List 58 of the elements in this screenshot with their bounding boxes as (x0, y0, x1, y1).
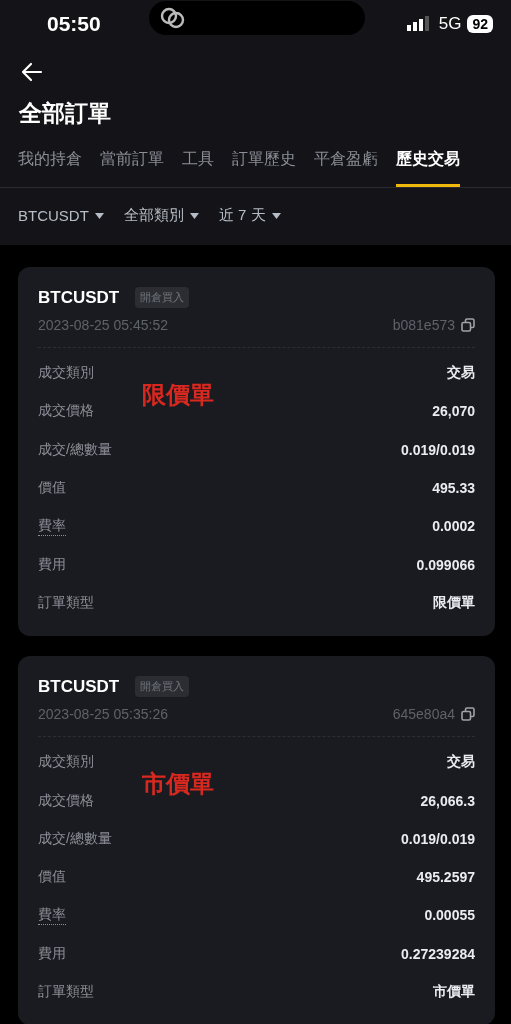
field-label: 訂單類型 (38, 983, 94, 1001)
trade-time: 2023-08-25 05:35:26 (38, 706, 168, 723)
field-label: 成交價格 (38, 791, 94, 810)
tab[interactable]: 平倉盈虧 (314, 149, 378, 187)
field-value: 0.019/0.019 (401, 830, 475, 847)
network-type: 5G (438, 14, 462, 34)
field-label: 成交/總數量 (38, 440, 112, 459)
caret-icon (189, 212, 199, 219)
link-rings-icon (159, 6, 187, 30)
field-value: 0.0002 (432, 518, 475, 535)
field-value: 26,070 (432, 403, 475, 420)
field-value: 26,066.3 (420, 792, 475, 809)
tab[interactable]: 當前訂單 (100, 149, 164, 187)
battery-level: 92 (467, 15, 493, 33)
field-label: 費用 (38, 555, 66, 574)
page-title: 全部訂單 (19, 99, 112, 128)
caret-icon (271, 212, 281, 219)
field-label: 費率 (38, 905, 66, 925)
caret-icon (94, 212, 104, 219)
field-label: 成交/總數量 (38, 829, 112, 848)
copy-icon[interactable] (461, 318, 475, 332)
back-button[interactable] (20, 60, 44, 84)
copy-icon[interactable] (461, 707, 475, 722)
field-label: 價值 (38, 479, 66, 498)
side-tag: 開倉買入 (135, 287, 190, 308)
field-value: 0.099066 (416, 556, 475, 573)
field-value: 495.33 (432, 480, 475, 497)
field-label: 價值 (38, 868, 66, 887)
field-value: 0.27239284 (401, 945, 475, 962)
annotation: 市價單 (142, 769, 214, 800)
tab[interactable]: 工具 (182, 149, 214, 187)
field-value: 限價單 (433, 593, 475, 612)
filter-dropdown[interactable]: BTCUSDT (18, 206, 104, 225)
annotation: 限價單 (142, 380, 214, 410)
field-value: 0.019/0.019 (401, 441, 475, 458)
field-value: 0.00055 (424, 907, 475, 924)
symbol: BTCUSDT (38, 287, 120, 308)
filter-dropdown[interactable]: 全部類別 (123, 206, 199, 225)
field-label: 訂單類型 (38, 593, 94, 612)
field-label: 成交類別 (38, 753, 94, 772)
trade-time: 2023-08-25 05:45:52 (38, 317, 168, 333)
field-value: 交易 (447, 753, 475, 772)
side-tag: 開倉買入 (135, 676, 190, 698)
field-value: 交易 (447, 364, 475, 383)
field-label: 費率 (38, 516, 66, 536)
order-id: b081e573 (392, 317, 455, 333)
field-value: 495.2597 (416, 869, 475, 886)
field-label: 成交價格 (38, 402, 94, 421)
tab[interactable]: 歷史交易 (396, 149, 460, 187)
tab[interactable]: 訂單歷史 (232, 149, 296, 187)
tab[interactable]: 我的持倉 (18, 149, 82, 187)
order-id: 645e80a4 (392, 706, 455, 723)
field-label: 費用 (38, 944, 66, 963)
symbol: BTCUSDT (38, 676, 120, 697)
field-value: 市價單 (433, 983, 475, 1001)
filter-dropdown[interactable]: 近 7 天 (218, 206, 281, 225)
status-time: 05:50 (47, 12, 102, 36)
field-label: 成交類別 (38, 364, 94, 383)
